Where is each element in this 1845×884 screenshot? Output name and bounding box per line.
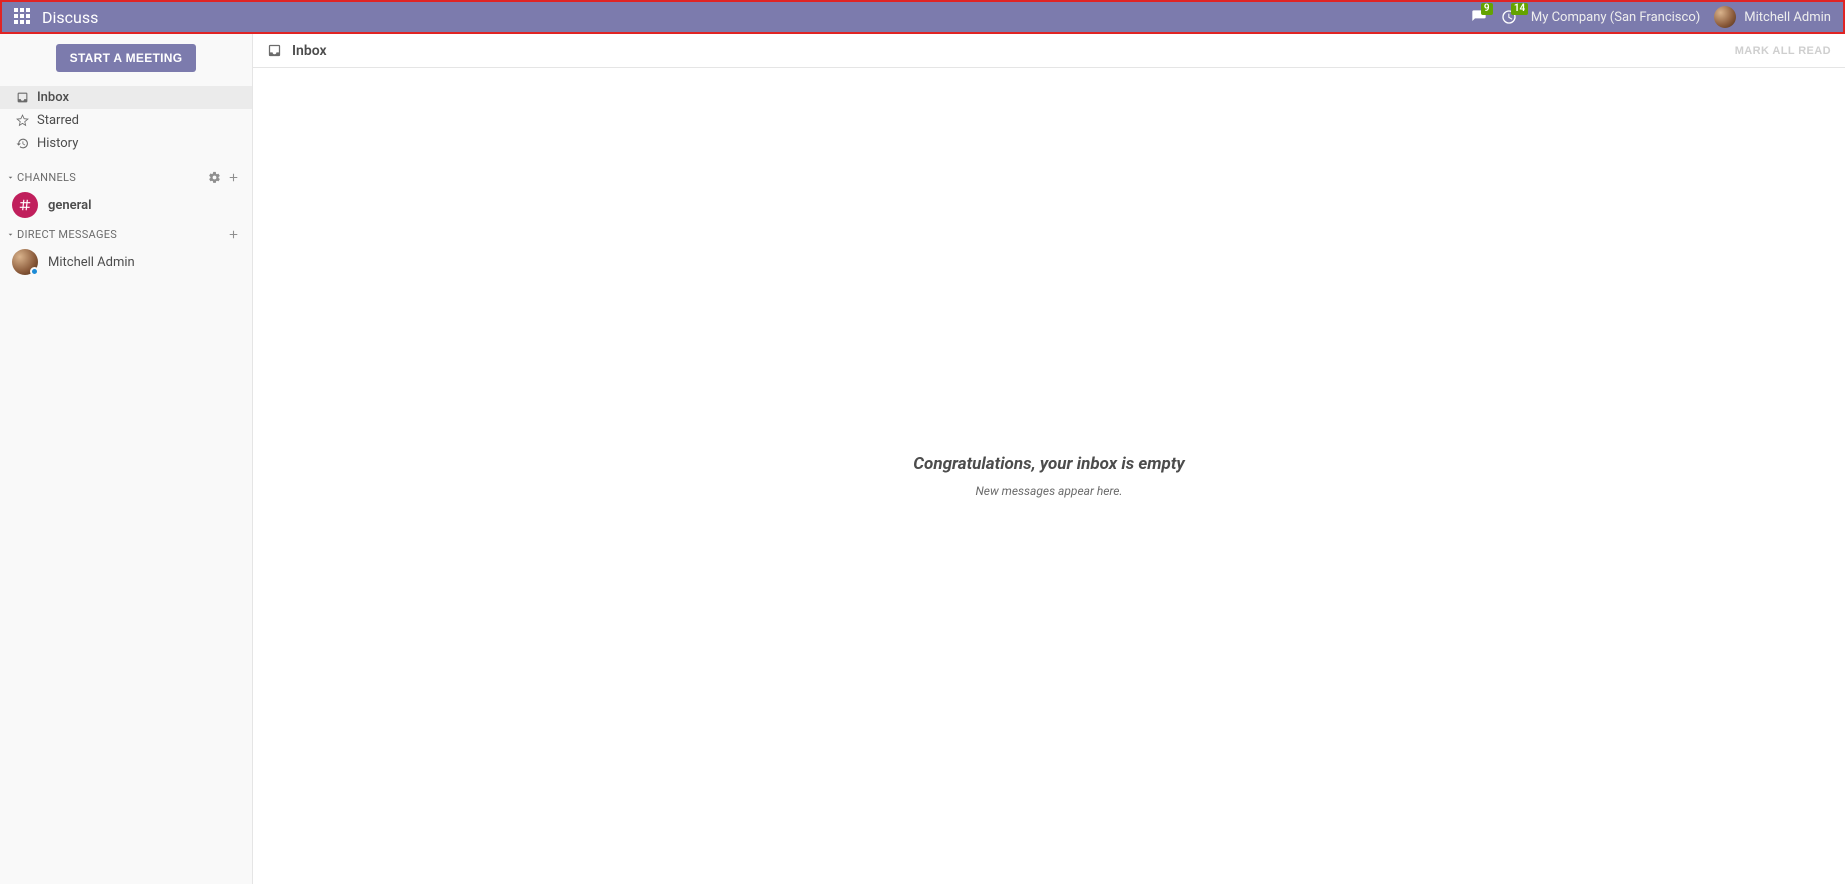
start-meeting-button[interactable]: START A MEETING [56, 44, 197, 72]
user-name-label: Mitchell Admin [1744, 10, 1831, 25]
user-menu[interactable]: Mitchell Admin [1714, 6, 1831, 28]
plus-icon[interactable] [227, 171, 240, 184]
company-switcher[interactable]: My Company (San Francisco) [1531, 10, 1700, 25]
channels-header: CHANNELS [0, 165, 252, 188]
mailbox-label: History [37, 136, 78, 151]
discuss-sidebar: START A MEETING Inbox Starred History CH… [0, 34, 253, 884]
mailbox-label: Inbox [37, 90, 69, 105]
mailbox-starred[interactable]: Starred [0, 109, 252, 132]
channel-label: general [48, 198, 91, 213]
hash-icon [12, 192, 38, 218]
presence-online-icon [30, 267, 39, 276]
activities-badge: 14 [1511, 3, 1528, 15]
dm-header: DIRECT MESSAGES [0, 222, 252, 245]
mark-all-read-button[interactable]: MARK ALL READ [1735, 45, 1831, 57]
apps-icon[interactable] [14, 8, 32, 26]
main-area: START A MEETING Inbox Starred History CH… [0, 34, 1845, 884]
mailbox-history[interactable]: History [0, 132, 252, 155]
thread-header: Inbox MARK ALL READ [253, 34, 1845, 68]
top-navbar: Discuss 9 14 My Company (San Francisco) … [0, 0, 1845, 34]
inbox-icon [267, 43, 282, 58]
mailbox-label: Starred [37, 113, 79, 128]
navbar-right: 9 14 My Company (San Francisco) Mitchell… [1471, 6, 1831, 28]
caret-down-icon[interactable] [6, 173, 15, 182]
channels-actions [208, 171, 240, 184]
empty-title: Congratulations, your inbox is empty [913, 454, 1184, 474]
dm-mitchell-admin[interactable]: Mitchell Admin [0, 245, 252, 279]
empty-subtitle: New messages appear here. [975, 484, 1122, 498]
messaging-menu[interactable]: 9 [1471, 9, 1487, 25]
avatar [1714, 6, 1736, 28]
mailbox-inbox[interactable]: Inbox [0, 86, 252, 109]
thread-content: Inbox MARK ALL READ Congratulations, you… [253, 34, 1845, 884]
activities-menu[interactable]: 14 [1501, 9, 1517, 25]
history-icon [16, 137, 29, 150]
messages-badge: 9 [1481, 3, 1493, 15]
dm-actions [227, 228, 240, 241]
thread-title-wrap: Inbox [267, 43, 327, 59]
channel-general[interactable]: general [0, 188, 252, 222]
navbar-left: Discuss [14, 8, 98, 27]
thread-body: Congratulations, your inbox is empty New… [253, 68, 1845, 884]
thread-title: Inbox [292, 43, 327, 59]
channels-title[interactable]: CHANNELS [17, 171, 76, 184]
dm-label: Mitchell Admin [48, 255, 135, 270]
dm-title[interactable]: DIRECT MESSAGES [17, 228, 117, 241]
sidebar-top: START A MEETING [0, 34, 252, 80]
inbox-icon [16, 91, 29, 104]
gear-icon[interactable] [208, 171, 221, 184]
mailbox-list: Inbox Starred History [0, 80, 252, 165]
caret-down-icon[interactable] [6, 230, 15, 239]
plus-icon[interactable] [227, 228, 240, 241]
app-brand[interactable]: Discuss [42, 8, 98, 27]
dm-avatar-wrap [12, 249, 38, 275]
star-icon [16, 114, 29, 127]
